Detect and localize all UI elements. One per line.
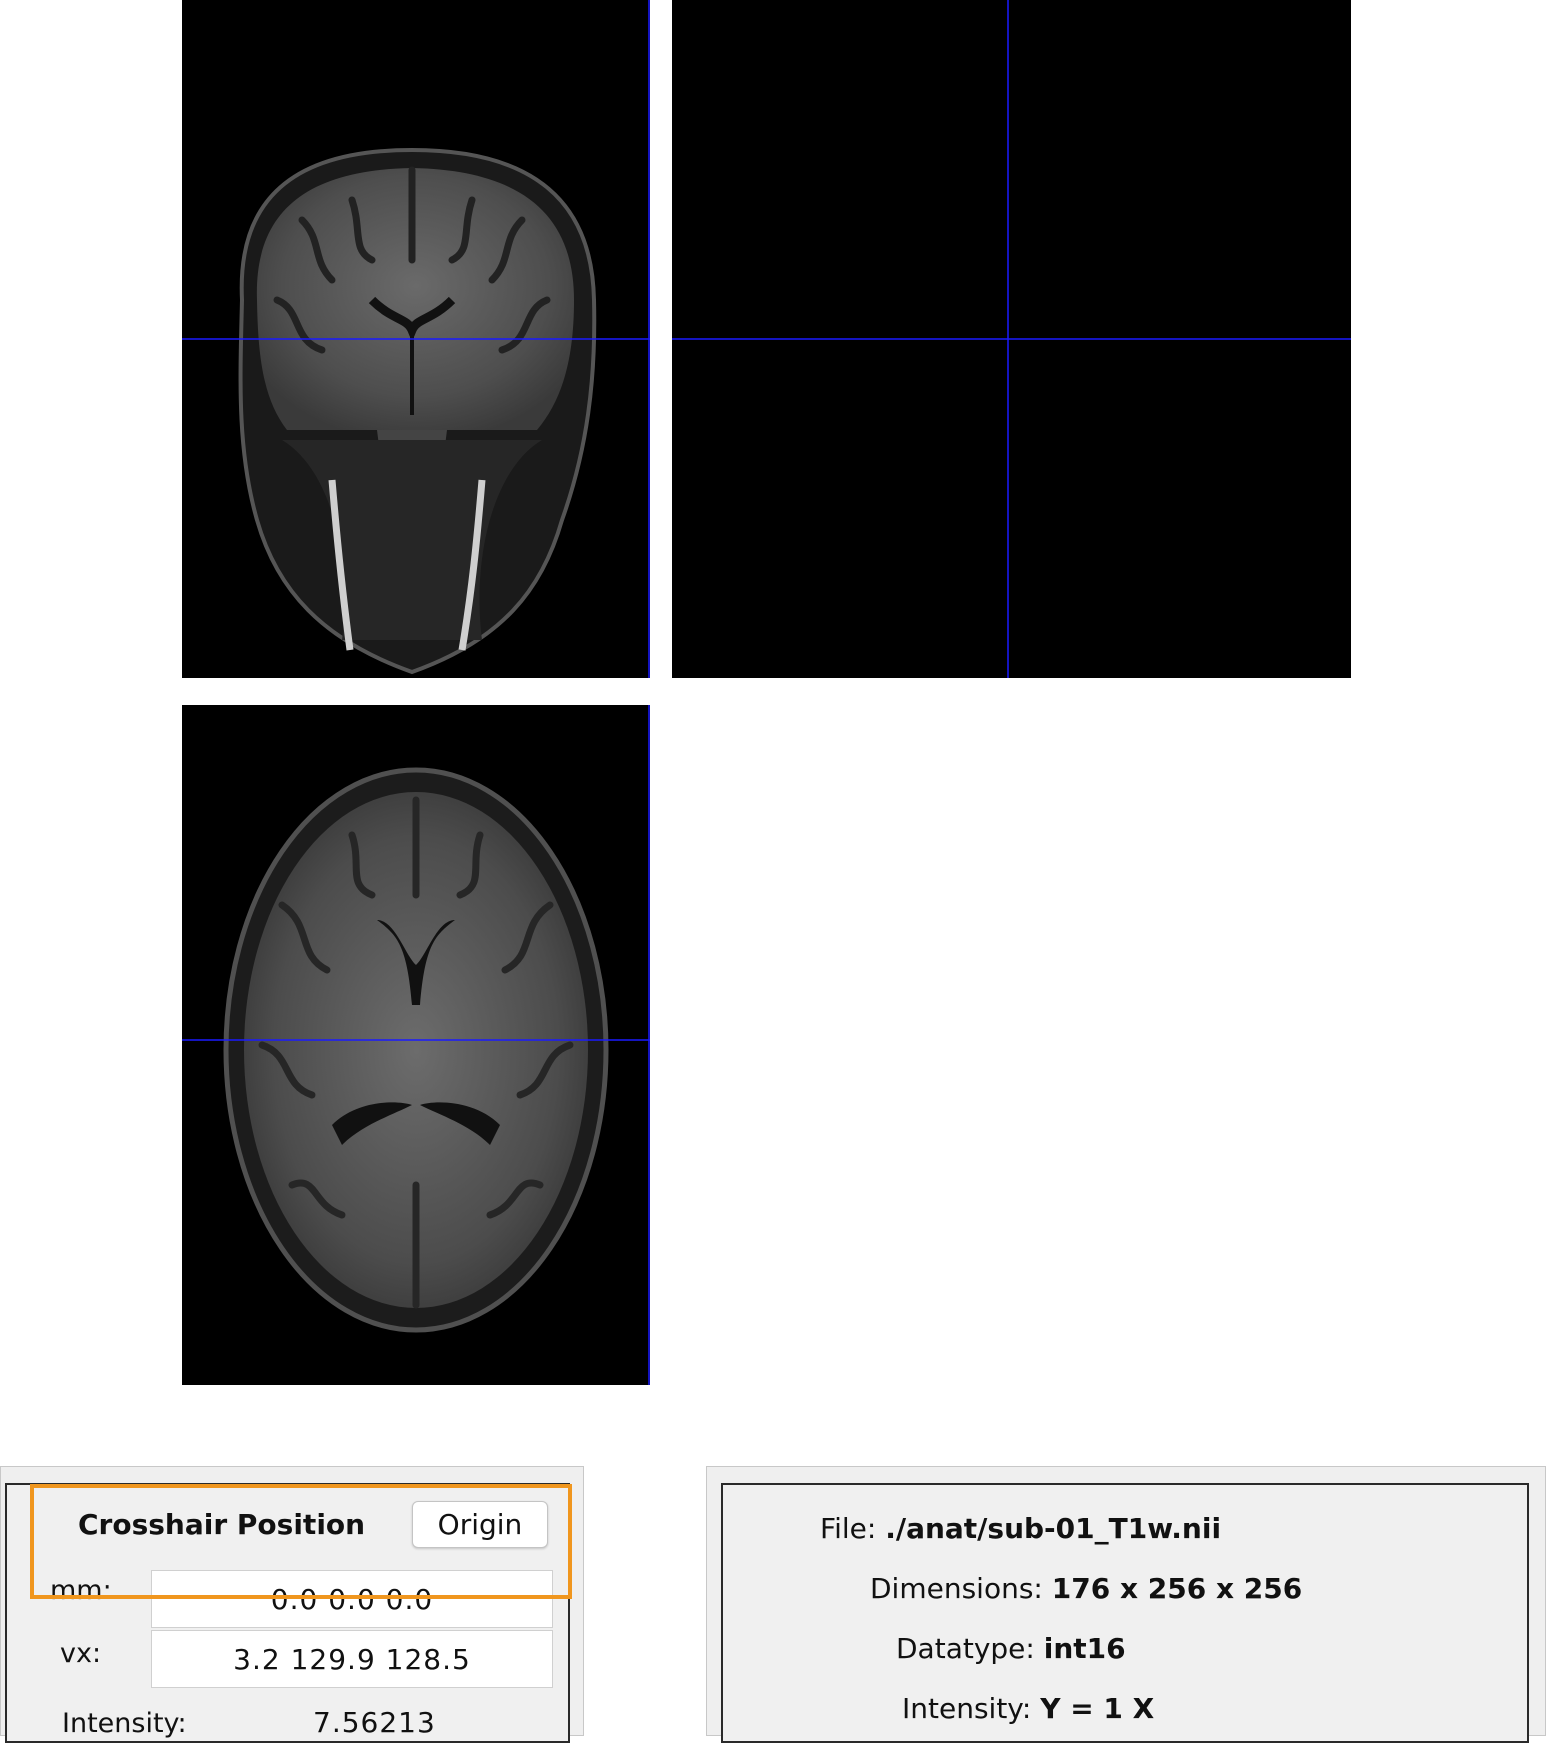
intensity-value: 7.56213 <box>313 1706 436 1739</box>
datatype-label: Datatype: <box>896 1632 1035 1665</box>
file-intensity-value: Y = 1 X <box>1040 1692 1155 1725</box>
file-value: ./anat/sub-01_T1w.nii <box>885 1512 1222 1545</box>
dimensions-label: Dimensions: <box>870 1572 1043 1605</box>
dimensions-value: 176 x 256 x 256 <box>1051 1572 1303 1605</box>
vx-label: vx: <box>60 1638 102 1669</box>
dimensions-row: Dimensions: 176 x 256 x 256 <box>870 1572 1302 1605</box>
axial-slice-view[interactable] <box>182 705 650 1385</box>
file-row: File: ./anat/sub-01_T1w.nii <box>820 1512 1221 1545</box>
mm-label: mm: <box>50 1575 112 1606</box>
origin-button[interactable]: Origin <box>412 1501 548 1548</box>
mm-field[interactable]: 0.0 0.0 0.0 <box>151 1570 553 1628</box>
file-intensity-row: Intensity: Y = 1 X <box>902 1692 1154 1725</box>
datatype-value: int16 <box>1043 1632 1126 1665</box>
file-label: File: <box>820 1512 877 1545</box>
file-intensity-label: Intensity: <box>902 1692 1032 1725</box>
sagittal-slice-view[interactable] <box>672 0 1351 678</box>
datatype-row: Datatype: int16 <box>896 1632 1126 1665</box>
vx-field[interactable]: 3.2 129.9 128.5 <box>151 1630 553 1688</box>
intensity-label: Intensity: <box>62 1708 187 1739</box>
coronal-slice-view[interactable] <box>182 0 650 678</box>
crosshair-title: Crosshair Position <box>78 1508 366 1541</box>
